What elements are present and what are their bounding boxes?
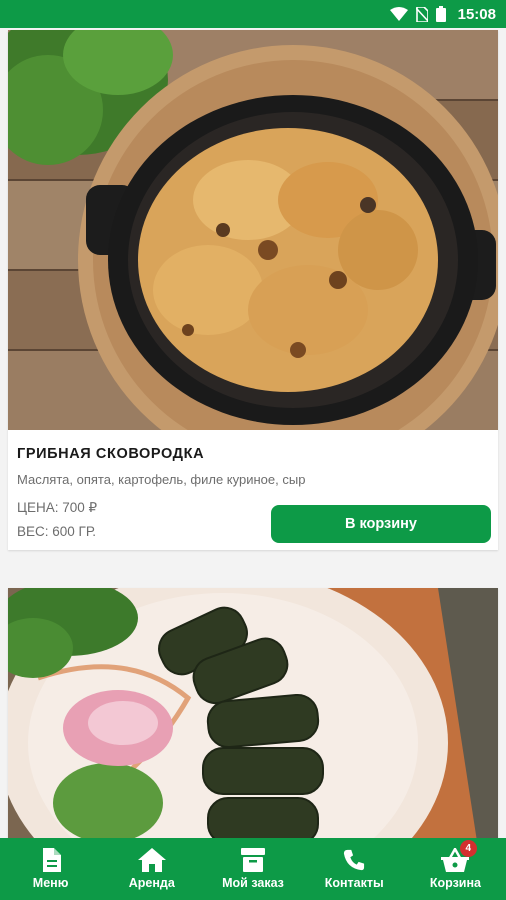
wifi-icon	[389, 7, 408, 21]
dish-weight: ВЕС: 600 ГР.	[17, 524, 97, 539]
cart-count-badge: 4	[459, 840, 477, 857]
nav-item-my-order[interactable]: Мой заказ	[202, 838, 303, 900]
dish-title: ГРИБНАЯ СКОВОРОДКА	[17, 446, 205, 462]
bottom-navigation: Меню Аренда Мой заказ Контакты Корзина 4	[0, 838, 506, 900]
nav-item-rent[interactable]: Аренда	[101, 838, 202, 900]
add-to-cart-button[interactable]: В корзину	[271, 505, 491, 543]
nav-label: Корзина	[429, 876, 481, 890]
nav-item-contacts[interactable]: Контакты	[304, 838, 405, 900]
dish-card	[8, 588, 498, 838]
nav-label: Мой заказ	[222, 876, 284, 890]
dish-photo	[8, 30, 498, 430]
dish-price: ЦЕНА: 700 ₽	[17, 500, 98, 515]
nav-label: Меню	[32, 876, 69, 890]
nav-label: Аренда	[128, 876, 175, 890]
nav-item-cart[interactable]: Корзина 4	[405, 838, 506, 900]
dish-card: ГРИБНАЯ СКОВОРОДКА Маслята, опята, карто…	[8, 30, 498, 550]
document-icon	[42, 848, 61, 872]
nav-item-menu[interactable]: Меню	[0, 838, 101, 900]
phone-icon	[344, 849, 365, 871]
home-icon	[137, 848, 166, 872]
archive-box-icon	[241, 848, 265, 872]
menu-list[interactable]: ГРИБНАЯ СКОВОРОДКА Маслята, опята, карто…	[0, 28, 506, 838]
dish-description: Маслята, опята, картофель, филе куриное,…	[17, 472, 306, 487]
clock: 15:08	[457, 5, 496, 23]
dish-photo	[8, 588, 498, 838]
nav-label: Контакты	[324, 876, 384, 890]
battery-icon	[435, 6, 446, 22]
no-sim-icon	[415, 6, 428, 22]
status-bar: 15:08	[0, 0, 506, 28]
